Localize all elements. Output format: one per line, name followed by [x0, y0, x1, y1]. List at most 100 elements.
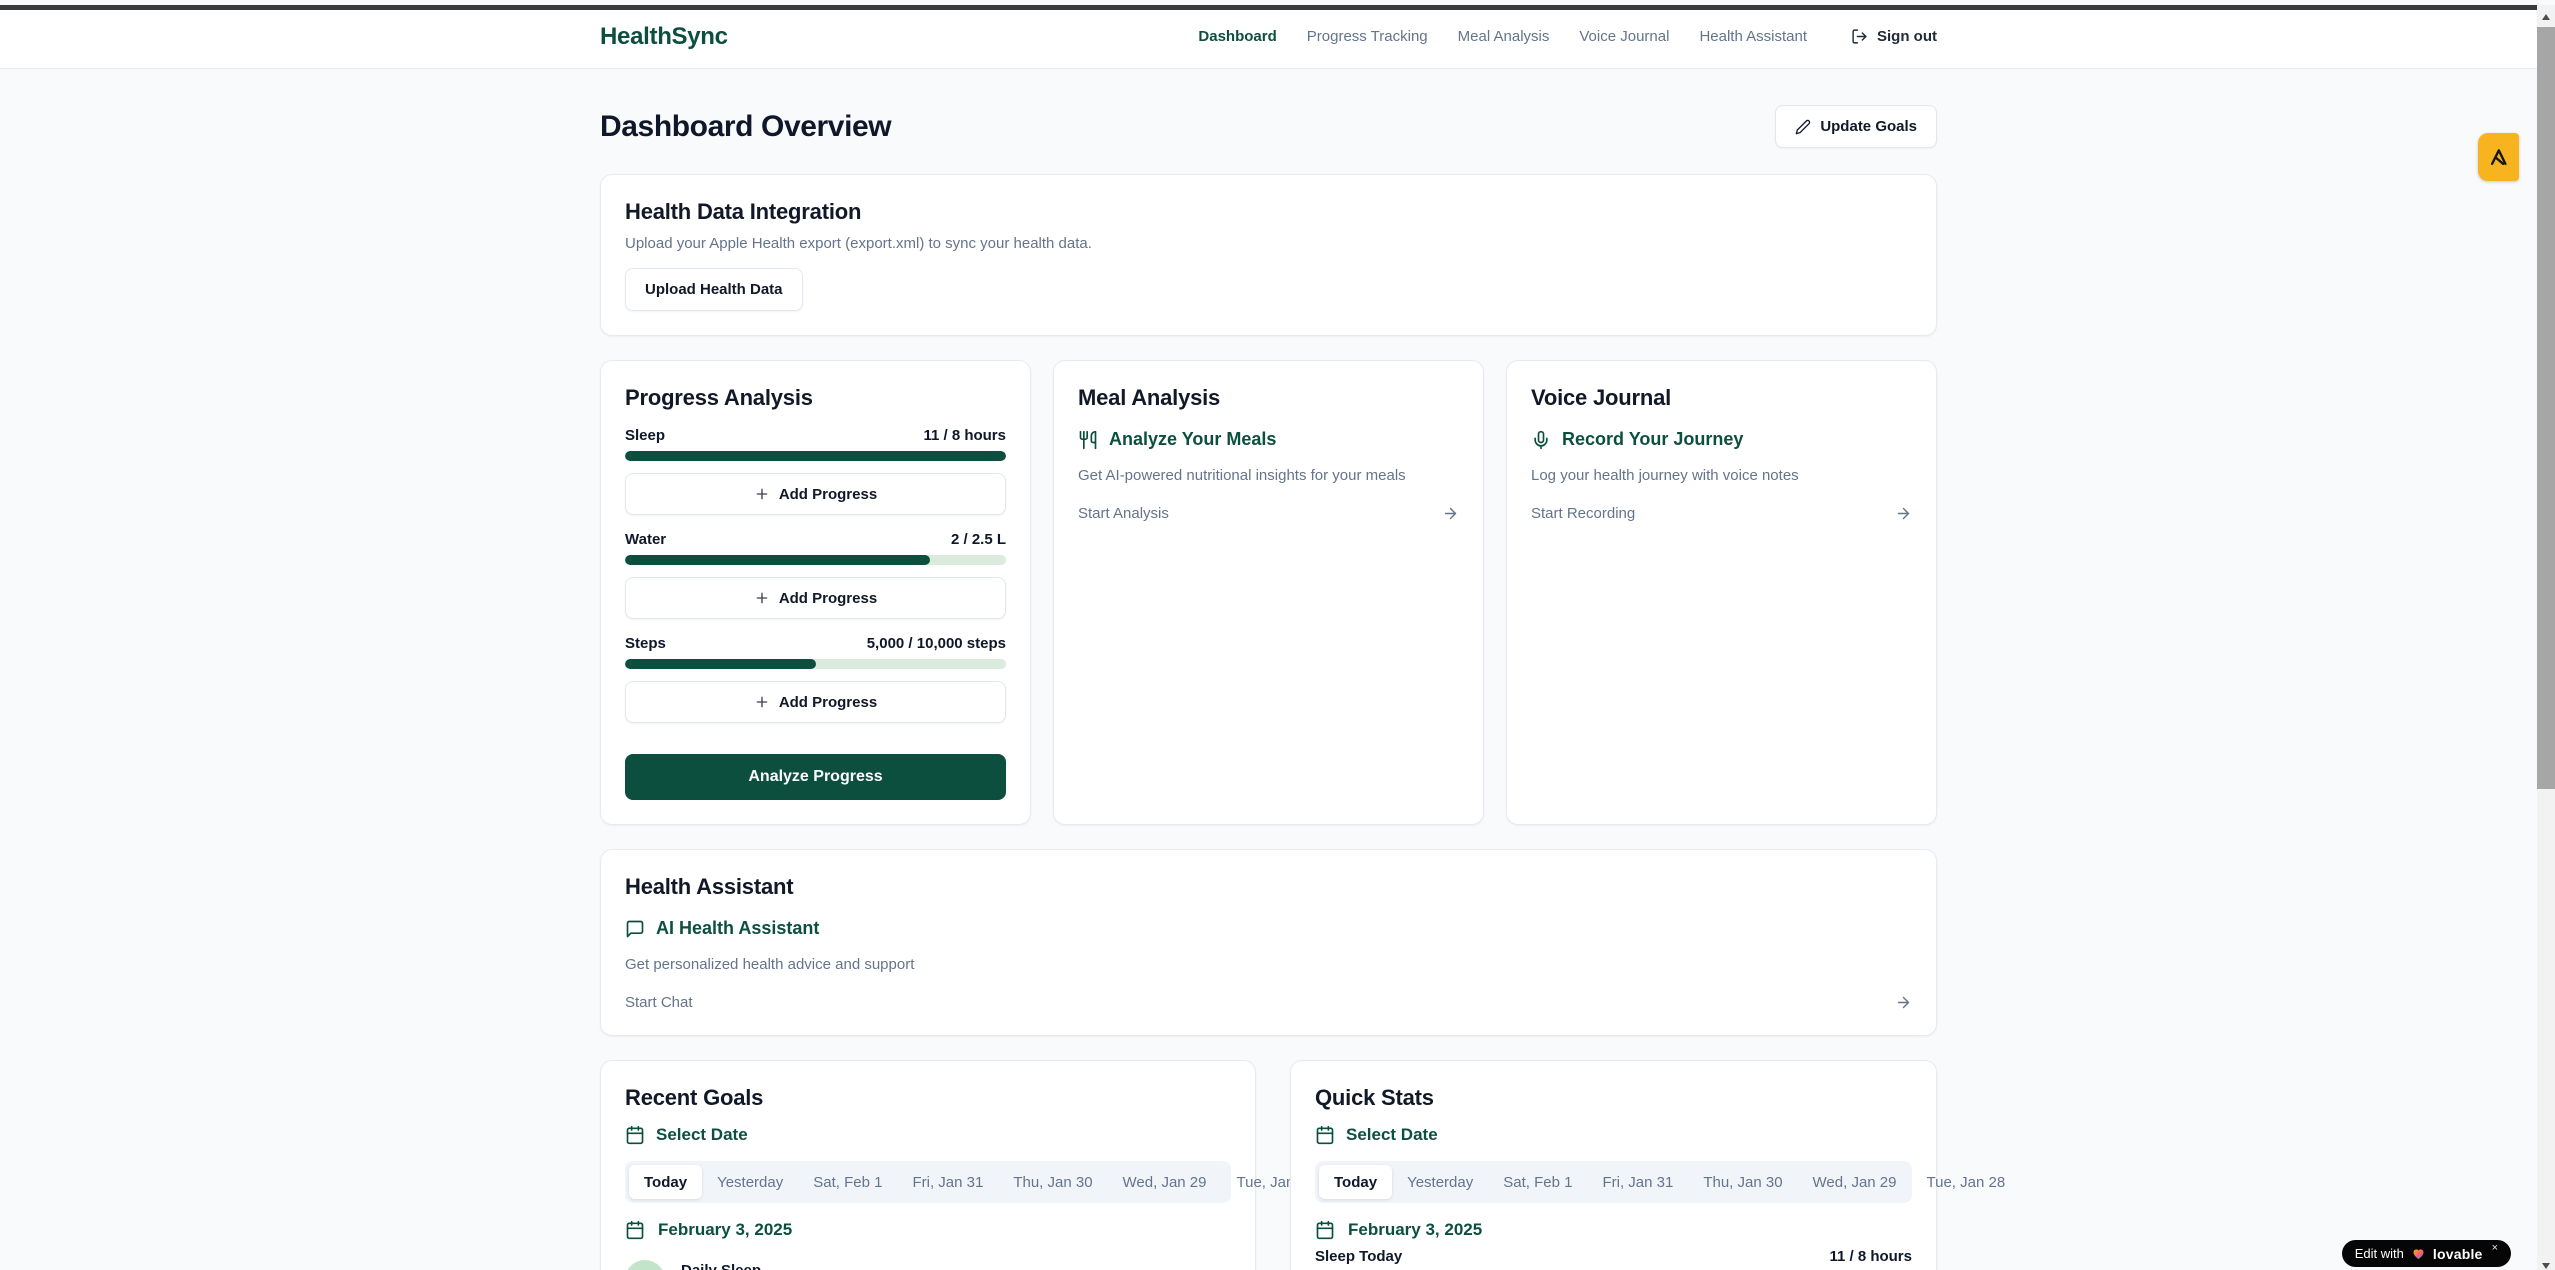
analyze-progress-button[interactable]: Analyze Progress [625, 754, 1006, 800]
date-tab-today[interactable]: Today [1319, 1165, 1392, 1199]
quick-stats-select-date[interactable]: Select Date [1315, 1125, 1912, 1145]
ai-health-assistant-link[interactable]: AI Health Assistant [625, 918, 1912, 939]
update-goals-button[interactable]: Update Goals [1775, 105, 1937, 148]
date-tab-today[interactable]: Today [629, 1165, 702, 1199]
date-tab-thu-jan-30[interactable]: Thu, Jan 30 [1688, 1165, 1797, 1199]
scrollbar-down-arrow[interactable] [2537, 1257, 2555, 1270]
date-tab-sat-feb-1[interactable]: Sat, Feb 1 [798, 1165, 897, 1199]
metric-value: 2 / 2.5 L [951, 531, 1006, 548]
health-assistant-description: Get personalized health advice and suppo… [625, 956, 1912, 973]
recent-goals-card: Recent Goals Select Date TodayYesterdayS… [600, 1060, 1256, 1270]
record-your-journey-link[interactable]: Record Your Journey [1531, 429, 1912, 450]
date-tab-yesterday[interactable]: Yesterday [702, 1165, 798, 1199]
page-head: Dashboard Overview Update Goals [600, 105, 1937, 148]
nav-item-meal-analysis[interactable]: Meal Analysis [1458, 28, 1550, 45]
start-chat-action[interactable]: Start Chat [625, 994, 1912, 1011]
main-nav: Dashboard Progress Tracking Meal Analysis V… [1198, 28, 1937, 45]
nav-item-voice-journal[interactable]: Voice Journal [1579, 28, 1669, 45]
heart-icon [2411, 1246, 2426, 1261]
page-title: Dashboard Overview [600, 110, 891, 144]
date-tab-fri-jan-31[interactable]: Fri, Jan 31 [1587, 1165, 1688, 1199]
logout-icon [1851, 28, 1868, 45]
update-goals-label: Update Goals [1820, 118, 1917, 135]
recent-goals-select-date[interactable]: Select Date [625, 1125, 1231, 1145]
plus-icon [754, 590, 770, 606]
utensils-icon [1078, 430, 1098, 450]
progress-metric-water: Water 2 / 2.5 L Add Progress [625, 531, 1006, 619]
main-content: Dashboard Overview Update Goals Health D… [600, 69, 1937, 1270]
date-tab-wed-jan-29[interactable]: Wed, Jan 29 [1108, 1165, 1222, 1199]
brand-logo[interactable]: HealthSync [600, 23, 728, 51]
header: HealthSync Dashboard Progress Tracking Mea… [0, 5, 2537, 69]
progress-metric-steps: Steps 5,000 / 10,000 steps Add Progress [625, 635, 1006, 723]
health-assistant-title: Health Assistant [625, 874, 1912, 900]
start-recording-label: Start Recording [1531, 505, 1635, 522]
logo-a-icon [2488, 146, 2510, 168]
add-progress-label: Add Progress [779, 590, 877, 607]
scrollbar-thumb[interactable] [2537, 27, 2555, 789]
upload-health-data-button[interactable]: Upload Health Data [625, 268, 803, 311]
add-progress-label: Add Progress [779, 486, 877, 503]
scrollbar[interactable] [2537, 5, 2555, 1270]
floating-assistant-button[interactable] [2478, 133, 2519, 181]
arrow-right-icon [1895, 505, 1912, 522]
calendar-icon [1315, 1125, 1335, 1145]
plus-icon [754, 486, 770, 502]
add-progress-label: Add Progress [779, 694, 877, 711]
badge-brand: lovable [2433, 1246, 2483, 1262]
calendar-icon [1315, 1220, 1335, 1240]
start-chat-label: Start Chat [625, 994, 693, 1011]
microphone-icon [1531, 430, 1551, 450]
add-progress-button[interactable]: Add Progress [625, 681, 1006, 723]
progress-analysis-title: Progress Analysis [625, 385, 1006, 411]
browser-top-strip [0, 5, 2537, 10]
analyze-your-meals-link[interactable]: Analyze Your Meals [1078, 429, 1459, 450]
date-tab-fri-jan-31[interactable]: Fri, Jan 31 [897, 1165, 998, 1199]
arrow-right-icon [1895, 994, 1912, 1011]
metric-value: 5,000 / 10,000 steps [867, 635, 1006, 652]
arrow-right-icon [1442, 505, 1459, 522]
progress-analysis-card: Progress Analysis Sleep11 / 8 hoursAdd P… [600, 360, 1031, 825]
quick-stats-selected-date[interactable]: February 3, 2025 [1315, 1220, 1912, 1240]
add-progress-button[interactable]: Add Progress [625, 577, 1006, 619]
selected-date-label: February 3, 2025 [1348, 1220, 1482, 1240]
progress-metric-sleep: Sleep11 / 8 hoursAdd Progress [625, 427, 1006, 515]
meal-analysis-card: Meal Analysis Analyze Your Meals Get AI-… [1053, 360, 1484, 825]
quick-stats-date-tabs: TodayYesterdaySat, Feb 1Fri, Jan 31Thu, … [1315, 1161, 1912, 1203]
edit-with-lovable-badge[interactable]: Edit with lovable × [2342, 1240, 2511, 1267]
metric-label: Water [625, 531, 666, 548]
badge-close-icon[interactable]: × [2492, 1242, 2498, 1254]
start-analysis-action[interactable]: Start Analysis [1078, 505, 1459, 522]
quick-stat-head: Sleep Today 11 / 8 hours [1315, 1248, 1912, 1265]
chat-bubble-icon [625, 919, 645, 939]
date-tab-tue-jan-28[interactable]: Tue, Jan 28 [1912, 1165, 2021, 1199]
select-date-label: Select Date [656, 1125, 748, 1145]
badge-prefix: Edit with [2355, 1246, 2404, 1261]
nav-item-health-assistant[interactable]: Health Assistant [1699, 28, 1807, 45]
selected-date-label: February 3, 2025 [658, 1220, 792, 1240]
date-tab-thu-jan-30[interactable]: Thu, Jan 30 [998, 1165, 1107, 1199]
quick-stats-card: Quick Stats Select Date TodayYesterdaySa… [1290, 1060, 1937, 1270]
metric-value: 11 / 8 hours [923, 427, 1006, 444]
metric-label: Steps [625, 635, 666, 652]
health-data-description: Upload your Apple Health export (export.… [625, 235, 1912, 252]
sign-out-label: Sign out [1877, 28, 1937, 45]
sign-out-button[interactable]: Sign out [1851, 28, 1937, 45]
goal-name: Daily Sleep [681, 1262, 761, 1270]
analyze-your-meals-label: Analyze Your Meals [1109, 429, 1276, 450]
add-progress-button[interactable]: Add Progress [625, 473, 1006, 515]
date-tab-sat-feb-1[interactable]: Sat, Feb 1 [1488, 1165, 1587, 1199]
nav-item-progress-tracking[interactable]: Progress Tracking [1307, 28, 1428, 45]
date-tab-yesterday[interactable]: Yesterday [1392, 1165, 1488, 1199]
record-your-journey-label: Record Your Journey [1562, 429, 1743, 450]
health-data-title: Health Data Integration [625, 199, 1912, 225]
date-tab-wed-jan-29[interactable]: Wed, Jan 29 [1798, 1165, 1912, 1199]
nav-item-dashboard[interactable]: Dashboard [1198, 28, 1276, 45]
scrollbar-up-arrow[interactable] [2537, 8, 2555, 26]
goals-list: Daily Sleep11 / 8 hours [625, 1260, 1231, 1270]
recent-goals-selected-date[interactable]: February 3, 2025 [625, 1220, 1231, 1240]
start-recording-action[interactable]: Start Recording [1531, 505, 1912, 522]
pencil-icon [1795, 119, 1811, 135]
select-date-label: Select Date [1346, 1125, 1438, 1145]
voice-journal-card: Voice Journal Record Your Journey Log yo… [1506, 360, 1937, 825]
